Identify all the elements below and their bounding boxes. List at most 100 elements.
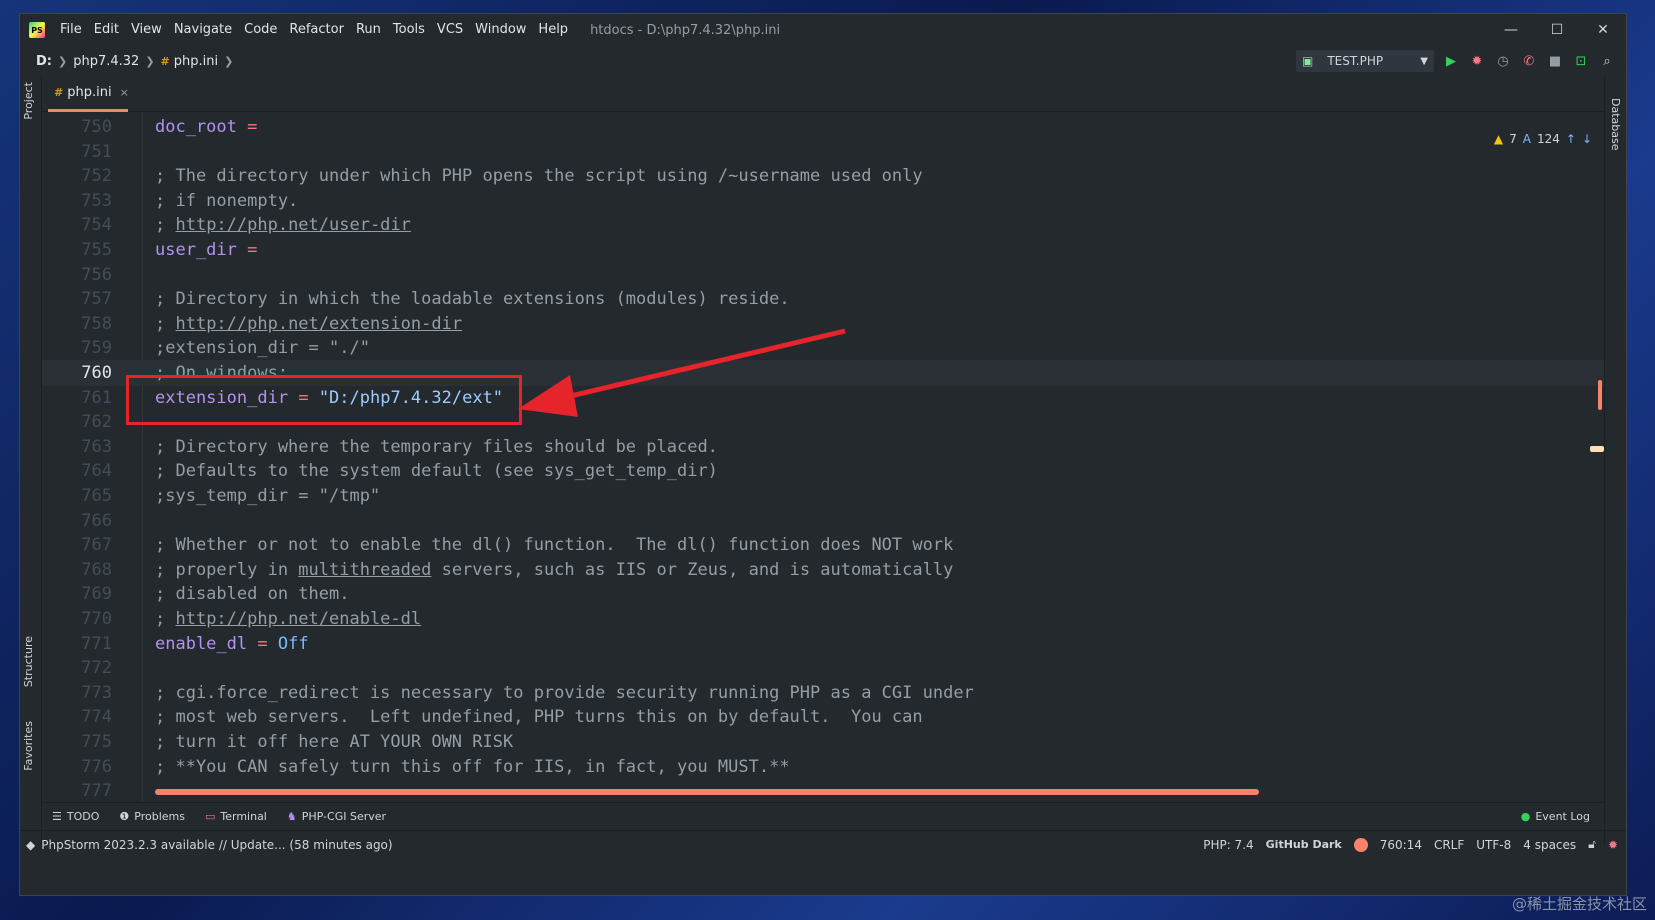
line-number[interactable]: 758: [42, 311, 112, 337]
line-number[interactable]: 754: [42, 212, 112, 238]
line-number[interactable]: 752: [42, 163, 112, 189]
line-number[interactable]: 760: [42, 360, 112, 386]
php-level[interactable]: PHP: 7.4: [1203, 838, 1253, 852]
line-number[interactable]: 777: [42, 778, 112, 802]
code-link[interactable]: http://php.net/extension-dir: [175, 314, 462, 334]
problems-toolwindow-button[interactable]: ❶ Problems: [119, 810, 185, 823]
code-line[interactable]: 776 ; **You CAN safely turn this off for …: [42, 754, 1604, 780]
terminal-toolwindow-button[interactable]: ▭ Terminal: [205, 810, 267, 823]
line-number[interactable]: 762: [42, 409, 112, 435]
code-line[interactable]: 775 ; turn it off here AT YOUR OWN RISK: [42, 729, 1604, 755]
line-number[interactable]: 774: [42, 704, 112, 730]
tab-php-ini[interactable]: # php.ini ×: [48, 76, 129, 112]
breadcrumb-file[interactable]: php.ini: [174, 54, 218, 69]
code-line[interactable]: 767 ; Whether or not to enable the dl() f…: [42, 532, 1604, 558]
code-line[interactable]: 770; http://php.net/enable-dl: [42, 606, 1604, 632]
code-line[interactable]: 765 ;sys_temp_dir = "/tmp": [42, 483, 1604, 509]
maximize-button[interactable]: ☐: [1534, 14, 1580, 46]
coverage-icon[interactable]: ◷: [1494, 52, 1512, 70]
line-number[interactable]: 772: [42, 655, 112, 681]
line-number[interactable]: 765: [42, 483, 112, 509]
code-line[interactable]: 757 ; Directory in which the loadable ext…: [42, 286, 1604, 312]
line-number[interactable]: 767: [42, 532, 112, 558]
code-line[interactable]: 771 enable_dl = Off: [42, 631, 1604, 657]
indent-setting[interactable]: 4 spaces: [1523, 838, 1576, 852]
menu-file[interactable]: File: [54, 14, 88, 46]
menu-edit[interactable]: Edit: [88, 14, 125, 46]
code-line[interactable]: 769 ; disabled on them.: [42, 581, 1604, 607]
line-number[interactable]: 768: [42, 557, 112, 583]
search-icon[interactable]: ⌕: [1598, 52, 1616, 70]
line-number[interactable]: 757: [42, 286, 112, 312]
menu-tools[interactable]: Tools: [387, 14, 431, 46]
breadcrumb-drive[interactable]: D:: [36, 54, 52, 69]
listen-debug-icon[interactable]: ✆: [1520, 52, 1538, 70]
file-encoding[interactable]: UTF-8: [1476, 838, 1511, 852]
scrollbar-thumb[interactable]: [1598, 380, 1602, 410]
code-line[interactable]: 753 ; if nonempty.: [42, 188, 1604, 214]
code-line[interactable]: 766: [42, 508, 1604, 534]
database-toolwindow-button[interactable]: Database: [1609, 98, 1622, 151]
line-number[interactable]: 756: [42, 262, 112, 288]
line-number[interactable]: 776: [42, 754, 112, 780]
breadcrumb-folder[interactable]: php7.4.32: [73, 54, 139, 69]
status-message[interactable]: PhpStorm 2023.2.3 available // Update...…: [41, 838, 392, 852]
previous-highlight-icon[interactable]: ↑: [1566, 132, 1576, 146]
line-number[interactable]: 751: [42, 139, 112, 165]
line-number[interactable]: 771: [42, 631, 112, 657]
structure-toolwindow-button[interactable]: Structure: [22, 636, 35, 687]
code-line[interactable]: 751: [42, 139, 1604, 165]
line-separator[interactable]: CRLF: [1434, 838, 1464, 852]
horizontal-scrollbar[interactable]: [155, 789, 1259, 795]
code-line[interactable]: 772: [42, 655, 1604, 681]
stop-icon[interactable]: ■: [1546, 52, 1564, 70]
error-stripe-mark[interactable]: [1590, 446, 1604, 452]
menu-window[interactable]: Window: [469, 14, 532, 46]
caret-position[interactable]: 760:14: [1380, 838, 1422, 852]
phpcgi-toolwindow-button[interactable]: ♞ PHP-CGI Server: [287, 810, 386, 823]
close-button[interactable]: ✕: [1580, 14, 1626, 46]
code-line[interactable]: 773 ; cgi.force_redirect is necessary to …: [42, 680, 1604, 706]
code-line[interactable]: 774 ; most web servers. Left undefined, P…: [42, 704, 1604, 730]
run-icon[interactable]: ▶: [1442, 52, 1460, 70]
menu-refactor[interactable]: Refactor: [283, 14, 350, 46]
line-number[interactable]: 769: [42, 581, 112, 607]
theme-name[interactable]: GitHub Dark: [1266, 838, 1342, 851]
line-number[interactable]: 764: [42, 458, 112, 484]
lock-icon[interactable]: 🔓︎: [1588, 837, 1596, 852]
code-editor[interactable]: 750 doc_root = 751 752 ; The directory under…: [42, 112, 1604, 802]
line-number[interactable]: 773: [42, 680, 112, 706]
code-line[interactable]: 754; http://php.net/user-dir: [42, 212, 1604, 238]
code-line[interactable]: 755 user_dir =: [42, 237, 1604, 263]
line-number[interactable]: 750: [42, 114, 112, 140]
line-number[interactable]: 766: [42, 508, 112, 534]
line-number[interactable]: 770: [42, 606, 112, 632]
code-link[interactable]: multithreaded: [298, 560, 431, 580]
line-number[interactable]: 775: [42, 729, 112, 755]
bug-icon[interactable]: ✹: [1608, 838, 1618, 852]
line-number[interactable]: 759: [42, 335, 112, 361]
code-line[interactable]: 763 ; Directory where the temporary files…: [42, 434, 1604, 460]
line-number[interactable]: 761: [42, 385, 112, 411]
todo-toolwindow-button[interactable]: ☰ TODO: [52, 810, 99, 823]
line-number[interactable]: 755: [42, 237, 112, 263]
menu-run[interactable]: Run: [350, 14, 387, 46]
code-link[interactable]: http://php.net/enable-dl: [175, 609, 421, 629]
debug-icon[interactable]: ✹: [1468, 52, 1486, 70]
terminal-toolbar-icon[interactable]: ⊡: [1572, 52, 1590, 70]
minimize-button[interactable]: —: [1488, 14, 1534, 46]
code-line[interactable]: 756: [42, 262, 1604, 288]
code-line[interactable]: 752 ; The directory under which PHP opens…: [42, 163, 1604, 189]
code-line[interactable]: 768 ; properly in multithreaded servers, …: [42, 557, 1604, 583]
favorites-toolwindow-button[interactable]: Favorites: [22, 721, 35, 771]
code-link[interactable]: http://php.net/user-dir: [175, 215, 410, 235]
inspection-widget[interactable]: ▲ 7 A 124 ↑ ↓: [1494, 132, 1592, 146]
line-number[interactable]: 753: [42, 188, 112, 214]
code-line[interactable]: 750 doc_root =: [42, 114, 1604, 140]
close-tab-icon[interactable]: ×: [120, 86, 129, 99]
menu-vcs[interactable]: VCS: [431, 14, 469, 46]
menu-view[interactable]: View: [125, 14, 168, 46]
line-number[interactable]: 763: [42, 434, 112, 460]
menu-code[interactable]: Code: [238, 14, 283, 46]
run-configuration-selector[interactable]: ▣ TEST.PHP ▼: [1296, 50, 1434, 72]
